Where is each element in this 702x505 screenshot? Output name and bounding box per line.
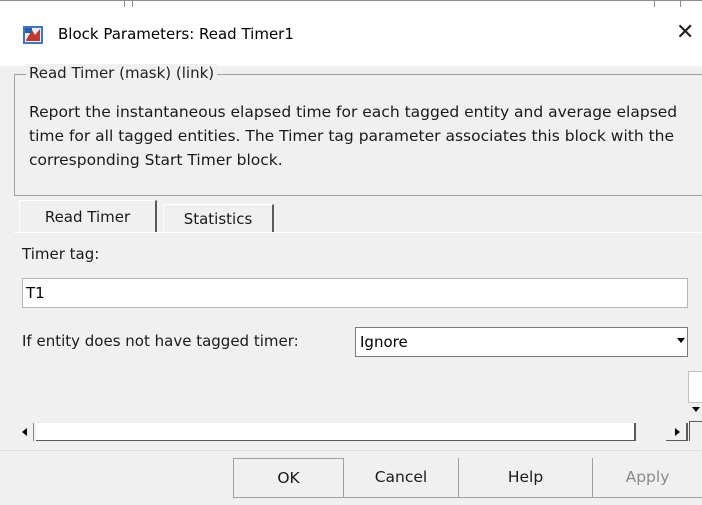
title-tick <box>124 1 125 7</box>
title-tick <box>654 1 655 7</box>
button-separator <box>0 450 702 451</box>
dialog-client: Read Timer (mask) (link) Report the inst… <box>0 64 702 505</box>
scroll-corner <box>689 421 702 441</box>
help-button[interactable]: Help <box>459 458 593 498</box>
tab-read-timer[interactable]: Read Timer <box>19 200 157 232</box>
vertical-scroll-thumb[interactable] <box>688 371 702 403</box>
tab-panel-border <box>14 232 702 233</box>
scroll-down-icon[interactable] <box>692 407 700 412</box>
scroll-left-icon[interactable] <box>14 423 34 441</box>
apply-button[interactable]: Apply <box>593 458 702 498</box>
mask-group-label: Read Timer (mask) (link) <box>26 64 218 82</box>
ok-button[interactable]: OK <box>233 458 344 498</box>
cancel-button[interactable]: Cancel <box>344 458 459 498</box>
close-icon[interactable]: ✕ <box>676 20 694 45</box>
timer-tag-input[interactable]: T1 <box>22 278 688 308</box>
mask-description: Report the instantaneous elapsed time fo… <box>29 103 678 169</box>
window-title: Block Parameters: Read Timer1 <box>58 25 294 43</box>
title-tick <box>132 1 133 7</box>
horizontal-scroll-track[interactable] <box>36 423 636 441</box>
title-tick <box>680 1 681 7</box>
scroll-right-icon[interactable] <box>666 423 688 441</box>
timer-tag-label: Timer tag: <box>22 245 100 263</box>
chevron-down-icon[interactable] <box>677 338 685 343</box>
tab-statistics[interactable]: Statistics <box>163 204 274 232</box>
simulink-block-icon <box>23 26 43 44</box>
untagged-timer-dropdown[interactable]: Ignore <box>355 327 688 357</box>
title-bar: Block Parameters: Read Timer1 ✕ <box>0 0 702 66</box>
untagged-timer-label: If entity does not have tagged timer: <box>22 332 299 350</box>
horizontal-scrollbar[interactable] <box>14 423 688 441</box>
untagged-timer-value: Ignore <box>360 333 408 351</box>
